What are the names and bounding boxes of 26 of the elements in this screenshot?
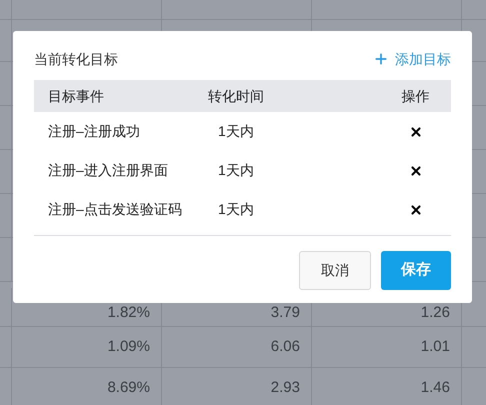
table-cell-text: 3.79 (270, 302, 300, 322)
table-cell-text: 1.82% (107, 302, 150, 322)
table-cell-text: 1.26 (420, 302, 450, 322)
delete-icon[interactable] (408, 124, 422, 138)
add-target-button[interactable]: 添加目标 (373, 48, 451, 70)
delete-icon[interactable] (408, 164, 422, 178)
table-cell-text: 2.93 (270, 378, 300, 398)
column-header: 转化时间 (207, 86, 265, 106)
table-cell-text: 1.46 (420, 378, 450, 398)
table-cell-text: 6.06 (270, 336, 300, 357)
table-cell-text: 1.09% (107, 336, 150, 357)
column-header: 目标事件 (47, 86, 105, 106)
table-cell-text: 注册–注册成功 (47, 122, 141, 141)
table-cell-text: 1天内 (217, 122, 255, 141)
table-cell-text: 注册–点击发送验证码 (47, 200, 183, 219)
cancel-button[interactable]: 取消 (299, 251, 371, 290)
table-cell-text: 1天内 (217, 200, 255, 219)
table-cell-text: 1天内 (217, 161, 255, 180)
dialog-title: 当前转化目标 (34, 50, 118, 68)
table-cell-text: 8.69% (107, 378, 150, 398)
table-cell-text: 注册–进入注册界面 (47, 161, 169, 180)
delete-icon[interactable] (408, 202, 422, 216)
column-header: 操作 (400, 86, 430, 106)
save-button[interactable]: 保存 (381, 251, 451, 290)
plus-icon (373, 51, 389, 67)
table-cell-text: 1.01 (420, 336, 450, 357)
